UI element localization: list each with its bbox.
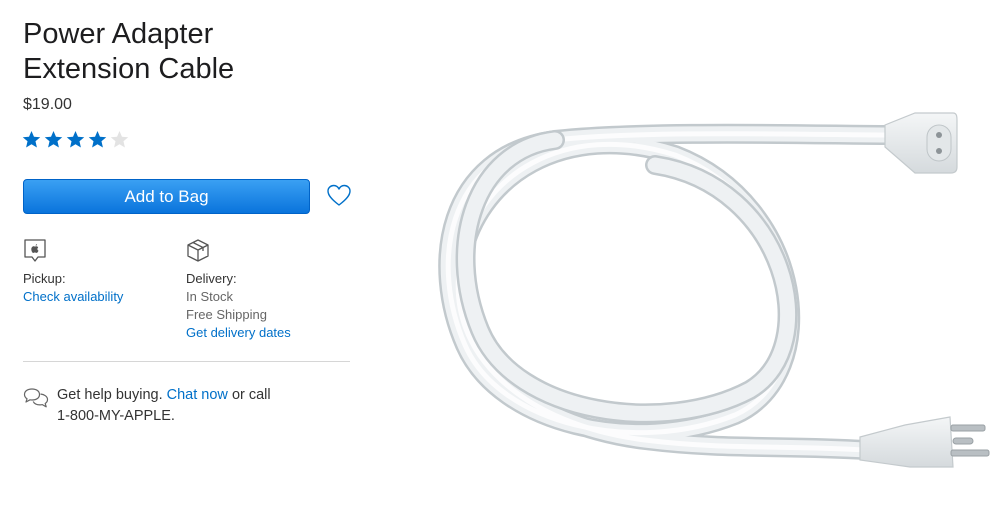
box-icon	[187, 239, 209, 262]
product-image	[438, 112, 990, 468]
pickup-section: Pickup: Check availability	[23, 238, 183, 306]
star-filled-icon	[44, 130, 63, 148]
add-to-bag-button[interactable]: Add to Bag	[23, 179, 310, 214]
star-filled-icon	[22, 130, 41, 148]
chat-bubbles-icon	[23, 388, 49, 408]
star-filled-icon	[88, 130, 107, 148]
apple-store-icon	[24, 239, 46, 262]
product-title-line1: Power Adapter	[23, 18, 214, 50]
pickup-label: Pickup:	[23, 271, 66, 286]
help-middle: or call	[231, 387, 271, 403]
rating-stars	[22, 130, 132, 149]
help-text: Get help buying. Chat now or call 1-800-…	[57, 385, 317, 427]
product-title-line2: Extension Cable	[23, 53, 235, 85]
get-delivery-dates-link[interactable]: Get delivery dates	[186, 324, 356, 342]
product-title: Power Adapter Extension Cable	[23, 17, 353, 87]
delivery-shipping: Free Shipping	[186, 307, 267, 322]
delivery-stock: In Stock	[186, 289, 233, 304]
delivery-label: Delivery:	[186, 271, 237, 286]
product-price: $19.00	[23, 96, 72, 113]
check-availability-link[interactable]: Check availability	[23, 288, 183, 306]
star-empty-icon	[110, 130, 129, 148]
chat-now-link[interactable]: Chat now	[167, 387, 228, 403]
delivery-section: Delivery: In Stock Free Shipping Get del…	[186, 238, 356, 342]
help-prefix: Get help buying.	[57, 387, 163, 403]
help-phone: 1-800-MY-APPLE.	[57, 408, 175, 424]
divider	[23, 361, 350, 362]
heart-icon[interactable]	[326, 183, 352, 209]
star-filled-icon	[66, 130, 85, 148]
